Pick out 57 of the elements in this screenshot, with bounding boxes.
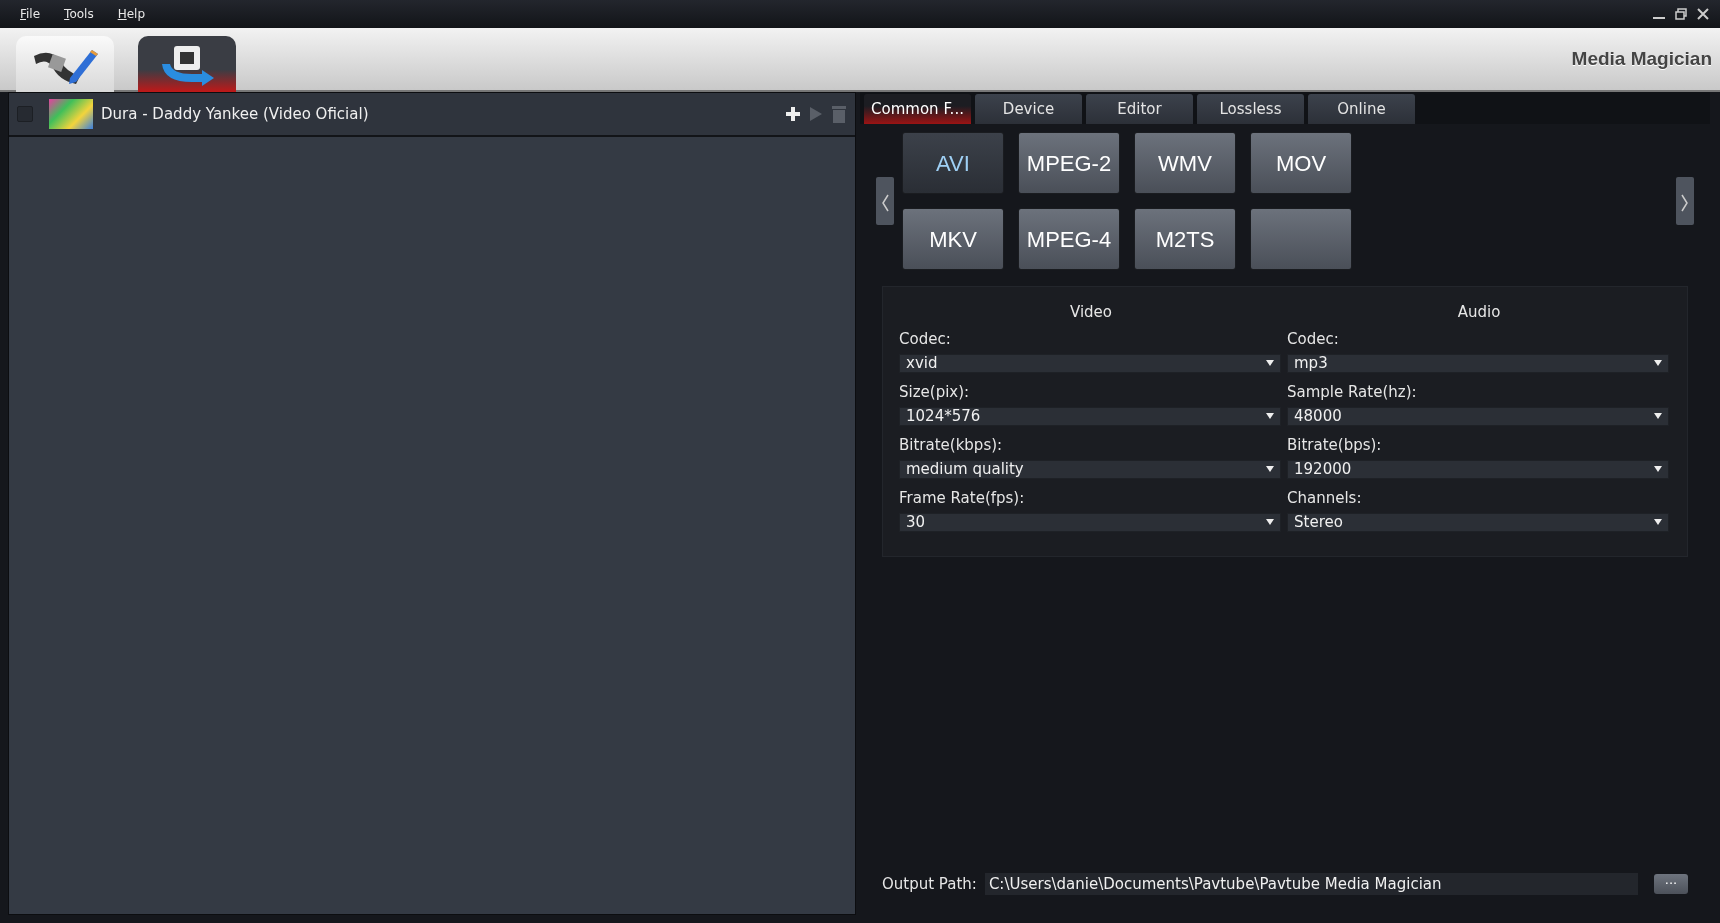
- menu-item[interactable]: Tools: [52, 5, 106, 23]
- mode-tab[interactable]: [138, 36, 236, 92]
- caret-icon: [1266, 413, 1274, 419]
- format-tab[interactable]: Lossless: [1197, 94, 1304, 124]
- caret-icon: [1266, 466, 1274, 472]
- format-button[interactable]: MOV: [1250, 132, 1352, 194]
- format-button[interactable]: MPEG-2: [1018, 132, 1120, 194]
- format-button[interactable]: WMV: [1134, 132, 1236, 194]
- dropdown[interactable]: xvid: [899, 353, 1281, 373]
- mode-tab[interactable]: [16, 36, 114, 92]
- file-title[interactable]: Dura - Daddy Yankee (Video Oficial): [101, 102, 369, 126]
- dropdown[interactable]: 48000: [1287, 406, 1669, 426]
- field-label: Bitrate(kbps):: [899, 435, 1004, 454]
- dropdown[interactable]: 30: [899, 512, 1281, 532]
- caret-icon: [1266, 519, 1274, 525]
- output-path-label: Output Path:: [882, 873, 977, 895]
- format-button[interactable]: [1250, 208, 1352, 270]
- dropdown[interactable]: medium quality: [899, 459, 1281, 479]
- video-thumbnail: [49, 99, 93, 129]
- format-button[interactable]: AVI: [902, 132, 1004, 194]
- add-icon[interactable]: [785, 106, 801, 122]
- caret-icon: [1654, 413, 1662, 419]
- caret-icon: [1654, 360, 1662, 366]
- restore-icon[interactable]: [1672, 5, 1690, 23]
- field-label: Bitrate(bps):: [1287, 435, 1383, 454]
- field-label: Size(pix):: [899, 382, 971, 401]
- format-tab[interactable]: Device: [975, 94, 1082, 124]
- caret-icon: [1266, 360, 1274, 366]
- field-label: Codec:: [899, 329, 952, 348]
- chevron-left-icon: [881, 193, 889, 212]
- menu-item[interactable]: File: [8, 5, 53, 23]
- previous-button[interactable]: [876, 177, 894, 225]
- field-label: Frame Rate(fps):: [899, 488, 1026, 507]
- field-label: Codec:: [1287, 329, 1340, 348]
- format-tab[interactable]: Common F...: [864, 94, 971, 124]
- format-button[interactable]: M2TS: [1134, 208, 1236, 270]
- dropdown[interactable]: 192000: [1287, 459, 1669, 479]
- field-label: Sample Rate(hz):: [1287, 382, 1418, 401]
- section-heading: Audio: [1456, 302, 1502, 323]
- chevron-right-icon: [1681, 193, 1689, 212]
- dropdown[interactable]: 1024*576: [899, 406, 1281, 426]
- section-heading: Video: [1069, 302, 1113, 323]
- caret-icon: [1654, 519, 1662, 525]
- format-tab[interactable]: Editor: [1086, 94, 1193, 124]
- format-button[interactable]: MKV: [902, 208, 1004, 270]
- caret-icon: [1654, 466, 1662, 472]
- menu-item[interactable]: Help: [105, 5, 158, 23]
- format-button[interactable]: MPEG-4: [1018, 208, 1120, 270]
- checkbox[interactable]: [17, 106, 33, 122]
- browse-button[interactable]: ···: [1654, 873, 1688, 894]
- app-title: Media Magician: [1571, 46, 1712, 71]
- dropdown[interactable]: Stereo: [1287, 512, 1669, 532]
- output-path-field[interactable]: C:\Users\danie\Documents\Pavtube\Pavtube Media Magician: [984, 872, 1638, 895]
- next-button[interactable]: [1676, 177, 1694, 225]
- format-tab[interactable]: Online: [1308, 94, 1415, 124]
- dropdown[interactable]: mp3: [1287, 353, 1669, 373]
- field-label: Channels:: [1287, 488, 1363, 507]
